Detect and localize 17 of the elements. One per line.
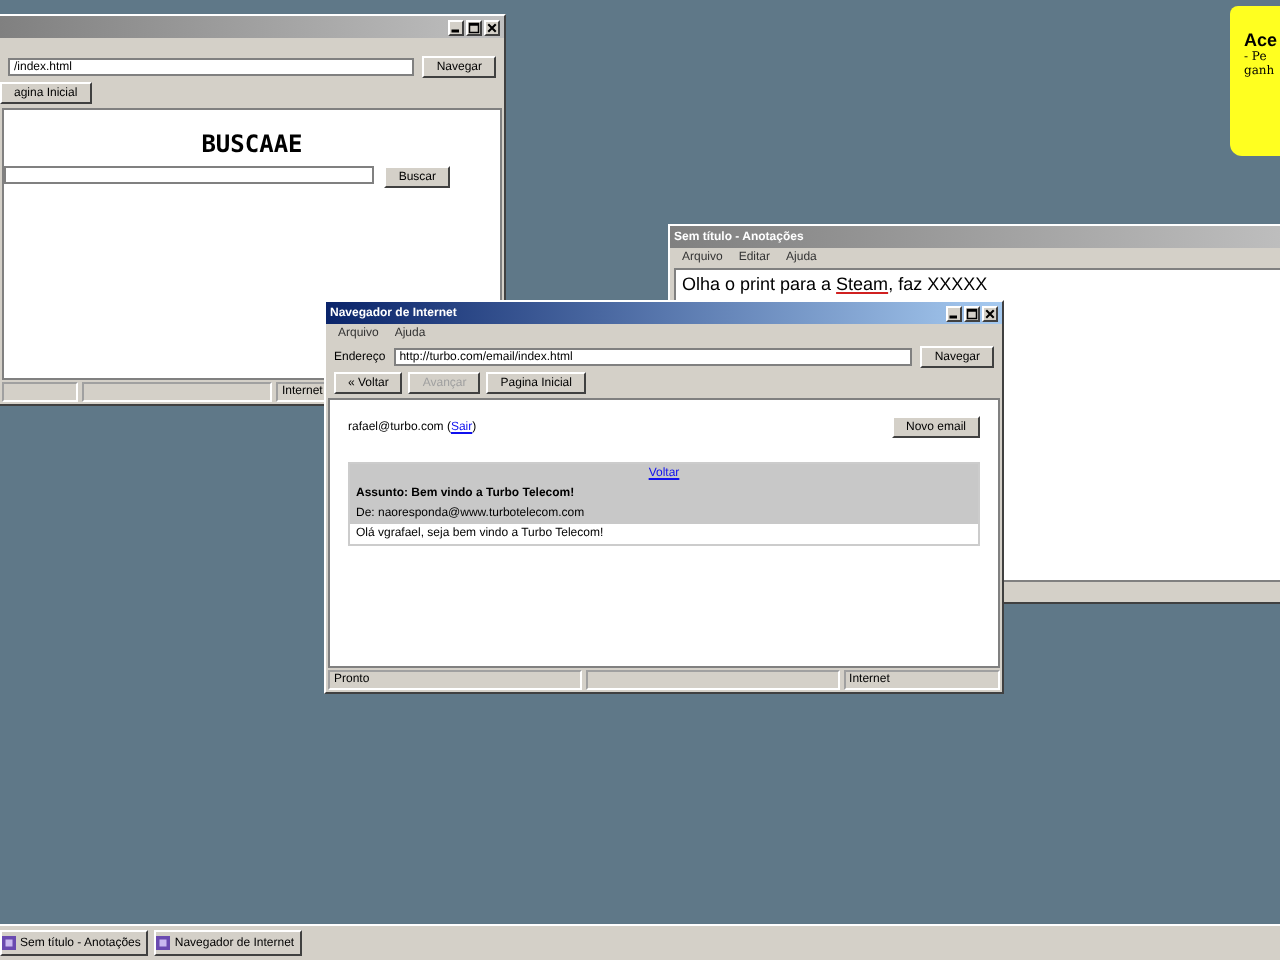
app-icon xyxy=(2,936,16,950)
maximize-button[interactable] xyxy=(466,19,482,35)
minimize-button[interactable] xyxy=(448,19,464,35)
close-button[interactable] xyxy=(982,305,998,321)
maximize-button[interactable] xyxy=(964,305,980,321)
minimize-button[interactable] xyxy=(946,305,962,321)
app-icon xyxy=(156,936,171,950)
logo-text: BUSCAAE xyxy=(199,130,305,158)
search-field[interactable] xyxy=(4,166,375,184)
note-title: Ace xyxy=(1244,30,1280,50)
status-pane xyxy=(2,382,78,402)
maximize-icon xyxy=(966,307,978,319)
close-icon xyxy=(486,21,498,33)
close-icon xyxy=(984,307,996,319)
close-button[interactable] xyxy=(484,19,500,35)
note-text: Olha o print para a Steam, faz XXXXX xyxy=(682,274,990,294)
maximize-icon xyxy=(468,21,480,33)
